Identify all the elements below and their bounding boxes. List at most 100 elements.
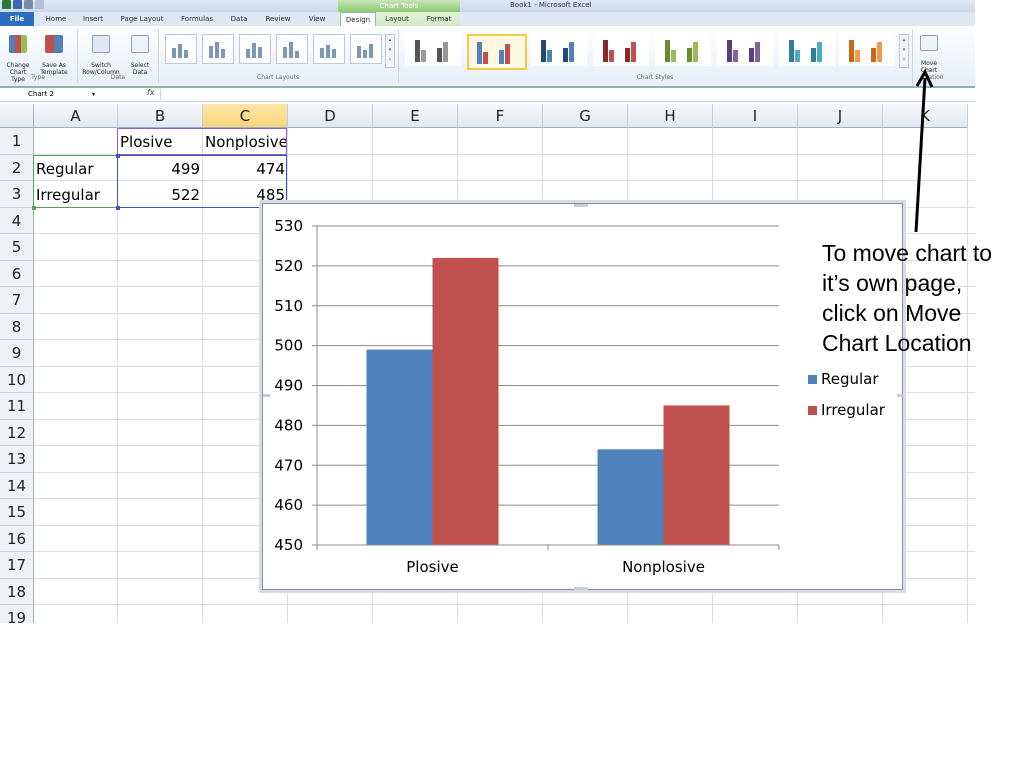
- row-header-17[interactable]: 17: [0, 552, 34, 579]
- bar-irregular-nonplosive: [663, 405, 730, 545]
- row-header-15[interactable]: 15: [0, 499, 34, 526]
- tab-format[interactable]: Format: [420, 12, 458, 26]
- row-header-10[interactable]: 10: [0, 366, 34, 393]
- chart-layout-6[interactable]: [350, 34, 382, 64]
- column-header-g[interactable]: G: [543, 104, 628, 128]
- excel-logo-icon: [2, 0, 11, 9]
- row-header-4[interactable]: 4: [0, 207, 34, 234]
- tab-layout[interactable]: Layout: [380, 12, 414, 26]
- chart-type-icon: [9, 35, 27, 53]
- row-header-1[interactable]: 1: [0, 128, 34, 155]
- row-header-12[interactable]: 12: [0, 419, 34, 446]
- save-icon[interactable]: [13, 0, 22, 9]
- name-box[interactable]: Chart 2 ▾: [28, 89, 108, 100]
- chart-resize-handle: [897, 394, 904, 397]
- row-header-19[interactable]: 19: [0, 605, 34, 623]
- row-header-3[interactable]: 3: [0, 181, 34, 208]
- redo-icon[interactable]: [35, 0, 44, 9]
- chart-canvas: 450 460 470 480 490 500 510 520 530 Plosive Nonplo…: [263, 204, 904, 590]
- group-label-chart-layouts: Chart Layouts: [257, 74, 299, 81]
- chart-layout-1[interactable]: [165, 34, 197, 64]
- formula-bar: Chart 2 ▾ fx: [0, 88, 975, 102]
- undo-icon[interactable]: [24, 0, 33, 9]
- tab-view[interactable]: View: [302, 12, 332, 26]
- select-all-corner[interactable]: [0, 104, 34, 128]
- y-tick-label: 480: [274, 416, 303, 434]
- layouts-more-button[interactable]: ▴ ▾ ▿: [385, 34, 395, 68]
- range-handle[interactable]: [116, 154, 120, 158]
- chart-layout-3[interactable]: [239, 34, 271, 64]
- column-header-i[interactable]: I: [713, 104, 798, 128]
- chart-resize-handle: [574, 587, 588, 590]
- chart-style-5[interactable]: [655, 34, 711, 66]
- chart-style-1[interactable]: [405, 34, 461, 66]
- row-header-6[interactable]: 6: [0, 260, 34, 287]
- embedded-chart[interactable]: 450 460 470 480 490 500 510 520 530 Plosive Nonplo…: [262, 203, 904, 590]
- chart-layout-5[interactable]: [313, 34, 345, 64]
- group-label-type: Type: [31, 74, 45, 81]
- row-header-5[interactable]: 5: [0, 234, 34, 261]
- save-as-template-button[interactable]: Save As Template: [38, 28, 70, 76]
- save-template-icon: [45, 35, 63, 53]
- column-header-c[interactable]: C: [203, 104, 288, 128]
- chart-style-6[interactable]: [717, 34, 773, 66]
- select-data-button[interactable]: Select Data: [126, 28, 154, 76]
- tab-insert[interactable]: Insert: [76, 12, 110, 26]
- values-range: [117, 155, 287, 208]
- chart-tools-label: Chart Tools: [338, 0, 460, 12]
- range-handle[interactable]: [32, 206, 36, 210]
- column-header-f[interactable]: F: [458, 104, 543, 128]
- row-header-11[interactable]: 11: [0, 393, 34, 420]
- tab-review[interactable]: Review: [260, 12, 296, 26]
- column-header-d[interactable]: D: [288, 104, 373, 128]
- row-header-13[interactable]: 13: [0, 446, 34, 473]
- row-header-18[interactable]: 18: [0, 578, 34, 605]
- column-header-a[interactable]: A: [34, 104, 118, 128]
- chart-style-3[interactable]: [531, 34, 587, 66]
- tab-design[interactable]: Design: [340, 12, 376, 27]
- ribbon: Change Chart Type Save As Template Type …: [0, 26, 975, 88]
- x-tick-label: Plosive: [406, 558, 458, 576]
- legend-label-regular: Regular: [821, 370, 879, 388]
- tab-page-layout[interactable]: Page Layout: [116, 12, 168, 26]
- y-tick-label: 500: [274, 337, 303, 355]
- insert-function-button[interactable]: fx: [147, 88, 155, 97]
- series-name-range: [117, 128, 287, 155]
- window-title: Book1 - Microsoft Excel: [510, 1, 592, 9]
- tab-formulas[interactable]: Formulas: [176, 12, 218, 26]
- column-header-b[interactable]: B: [118, 104, 203, 128]
- chart-resize-handle: [263, 394, 270, 397]
- tab-file[interactable]: File: [0, 12, 34, 26]
- row-header-7[interactable]: 7: [0, 287, 34, 314]
- tab-home[interactable]: Home: [40, 12, 72, 26]
- category-range: [33, 155, 118, 208]
- y-tick-label: 460: [274, 496, 303, 514]
- bar-irregular-plosive: [432, 257, 499, 545]
- chart-style-4[interactable]: [593, 34, 649, 66]
- chart-layout-4[interactable]: [276, 34, 308, 64]
- y-tick-label: 530: [274, 217, 303, 235]
- switch-row-column-button[interactable]: Switch Row/Column: [80, 28, 122, 76]
- annotation-arrow: [914, 68, 934, 233]
- chevron-down-icon[interactable]: ▾: [92, 89, 95, 100]
- row-header-8[interactable]: 8: [0, 313, 34, 340]
- row-header-16[interactable]: 16: [0, 525, 34, 552]
- title-bar: Chart Tools Book1 - Microsoft Excel: [0, 0, 975, 12]
- chart-style-2[interactable]: [467, 34, 527, 70]
- row-header-9[interactable]: 9: [0, 340, 34, 367]
- legend-swatch-regular: [808, 375, 817, 384]
- column-header-h[interactable]: H: [628, 104, 713, 128]
- tab-data[interactable]: Data: [224, 12, 254, 26]
- range-handle[interactable]: [116, 206, 120, 210]
- row-header-2[interactable]: 2: [0, 154, 34, 181]
- column-header-e[interactable]: E: [373, 104, 458, 128]
- chart-layout-2[interactable]: [202, 34, 234, 64]
- column-header-j[interactable]: J: [798, 104, 883, 128]
- select-data-icon: [131, 35, 149, 53]
- chart-style-7[interactable]: [779, 34, 835, 66]
- y-tick-label: 490: [274, 377, 303, 395]
- legend-swatch-irregular: [808, 406, 817, 415]
- bar-regular-nonplosive: [597, 449, 664, 545]
- row-header-14[interactable]: 14: [0, 472, 34, 499]
- chart-style-8[interactable]: [839, 34, 895, 66]
